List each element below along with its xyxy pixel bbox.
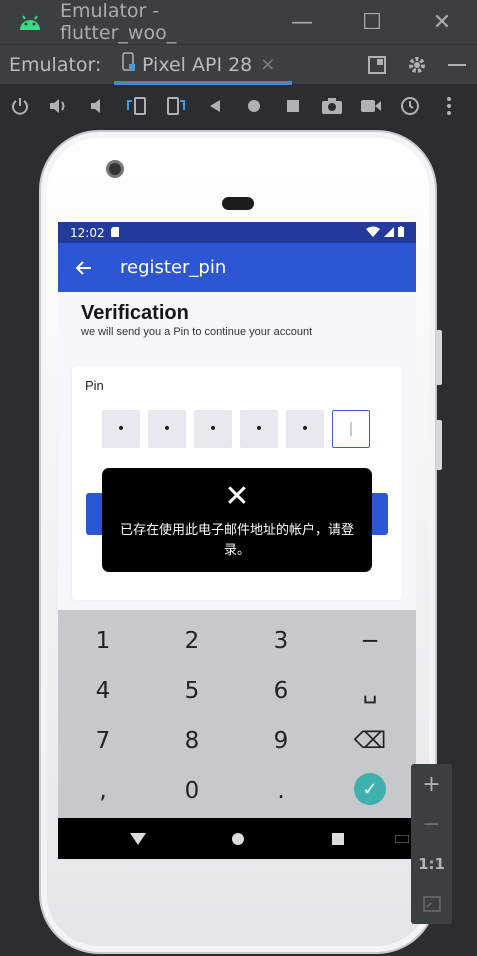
toast-message: 已存在使用此电子邮件地址的帐户，请登录。 <box>119 523 354 558</box>
more-options-icon[interactable] <box>429 85 468 127</box>
key-space[interactable]: ␣ <box>325 666 415 716</box>
rotate-right-icon[interactable] <box>156 85 195 127</box>
pin-label: Pin <box>85 378 104 393</box>
front-camera <box>106 160 124 178</box>
home-icon[interactable] <box>234 85 273 127</box>
tab-underline <box>114 80 292 85</box>
signal-icon <box>384 226 394 240</box>
page-subtitle: we will send you a Pin to continue your … <box>81 326 313 338</box>
emulator-tabbar: Emulator: Pixel API 28 × <box>0 44 477 85</box>
close-icon[interactable]: ✕ <box>102 482 372 512</box>
key-7[interactable]: 7 <box>58 716 148 766</box>
zoom-in-button[interactable]: + <box>411 764 452 804</box>
back-icon[interactable] <box>195 85 234 127</box>
zoom-one-to-one-button[interactable]: 1:1 <box>411 844 452 884</box>
volume-up-icon[interactable] <box>39 85 78 127</box>
maximize-button[interactable]: ☐ <box>337 0 407 44</box>
back-arrow-icon[interactable] <box>58 260 108 276</box>
phone-speaker <box>222 197 254 210</box>
emulator-toolbar <box>0 85 477 127</box>
key-backspace[interactable]: ⌫ <box>325 716 415 766</box>
tab-label: Pixel API 28 <box>142 53 253 76</box>
pin-field-active[interactable]: | <box>332 410 370 448</box>
sd-card-icon <box>110 226 119 240</box>
battery-icon <box>398 225 404 240</box>
app-bar: register_pin <box>58 243 416 292</box>
key-comma[interactable]: , <box>58 766 148 816</box>
key-6[interactable]: 6 <box>236 666 326 716</box>
pin-field[interactable]: • <box>286 410 324 448</box>
settings-gear-icon[interactable] <box>397 45 437 85</box>
pin-field[interactable]: • <box>240 410 278 448</box>
zoom-fit-icon[interactable] <box>411 884 452 924</box>
key-4[interactable]: 4 <box>58 666 148 716</box>
phone-side-button <box>436 330 442 385</box>
minimize-button[interactable]: — <box>267 0 337 44</box>
screen-record-icon[interactable] <box>351 85 390 127</box>
error-toast: ✕ 已存在使用此电子邮件地址的帐户，请登录。 <box>102 468 372 572</box>
page-title: Verification <box>81 302 189 324</box>
pin-field[interactable]: • <box>194 410 232 448</box>
power-icon[interactable] <box>0 85 39 127</box>
phone-volume-button <box>436 420 442 470</box>
pin-fields: • • • • • | <box>102 410 370 448</box>
android-status-bar: 12:02 <box>58 222 416 243</box>
zoom-out-button[interactable]: − <box>411 804 452 844</box>
snapshot-restore-icon[interactable] <box>390 85 429 127</box>
key-minus[interactable]: − <box>325 616 415 666</box>
key-3[interactable]: 3 <box>236 616 326 666</box>
check-icon: ✓ <box>354 773 386 805</box>
wifi-icon <box>366 226 380 240</box>
device-icon <box>122 52 136 77</box>
window-mode-icon[interactable] <box>357 45 397 85</box>
screenshot-icon[interactable] <box>312 85 351 127</box>
android-nav-bar <box>58 818 416 859</box>
key-period[interactable]: . <box>236 766 326 816</box>
key-1[interactable]: 1 <box>58 616 148 666</box>
zoom-controls: + − 1:1 <box>411 764 452 924</box>
nav-overview-icon[interactable] <box>288 832 388 845</box>
key-8[interactable]: 8 <box>147 716 237 766</box>
nav-home-icon[interactable] <box>188 832 288 845</box>
key-done[interactable]: ✓ <box>325 764 415 814</box>
close-window-button[interactable]: ✕ <box>407 0 477 44</box>
pin-field[interactable]: • <box>102 410 140 448</box>
volume-down-icon[interactable] <box>78 85 117 127</box>
app-bar-title: register_pin <box>120 257 227 278</box>
rotate-left-icon[interactable] <box>117 85 156 127</box>
numeric-keyboard: 1 2 3 − 4 5 6 ␣ 7 8 9 ⌫ , 0 . ✓ <box>58 610 416 818</box>
window-title: Emulator - flutter_woo_ <box>60 0 177 44</box>
key-0[interactable]: 0 <box>147 766 237 816</box>
hide-panel-icon[interactable] <box>437 45 477 85</box>
status-time: 12:02 <box>70 225 105 240</box>
emulator-label: Emulator: <box>9 53 102 76</box>
device-screen: 12:02 register_pin Verification we will … <box>58 222 416 859</box>
key-5[interactable]: 5 <box>147 666 237 716</box>
key-2[interactable]: 2 <box>147 616 237 666</box>
key-9[interactable]: 9 <box>236 716 326 766</box>
pin-field[interactable]: • <box>148 410 186 448</box>
android-logo-icon <box>0 0 60 44</box>
window-titlebar: Emulator - flutter_woo_ — ☐ ✕ <box>0 0 477 44</box>
tab-pixel-api-28[interactable]: Pixel API 28 × <box>112 45 292 85</box>
overview-icon[interactable] <box>273 85 312 127</box>
nav-back-icon[interactable] <box>88 832 188 845</box>
tab-close-icon[interactable]: × <box>260 54 275 75</box>
